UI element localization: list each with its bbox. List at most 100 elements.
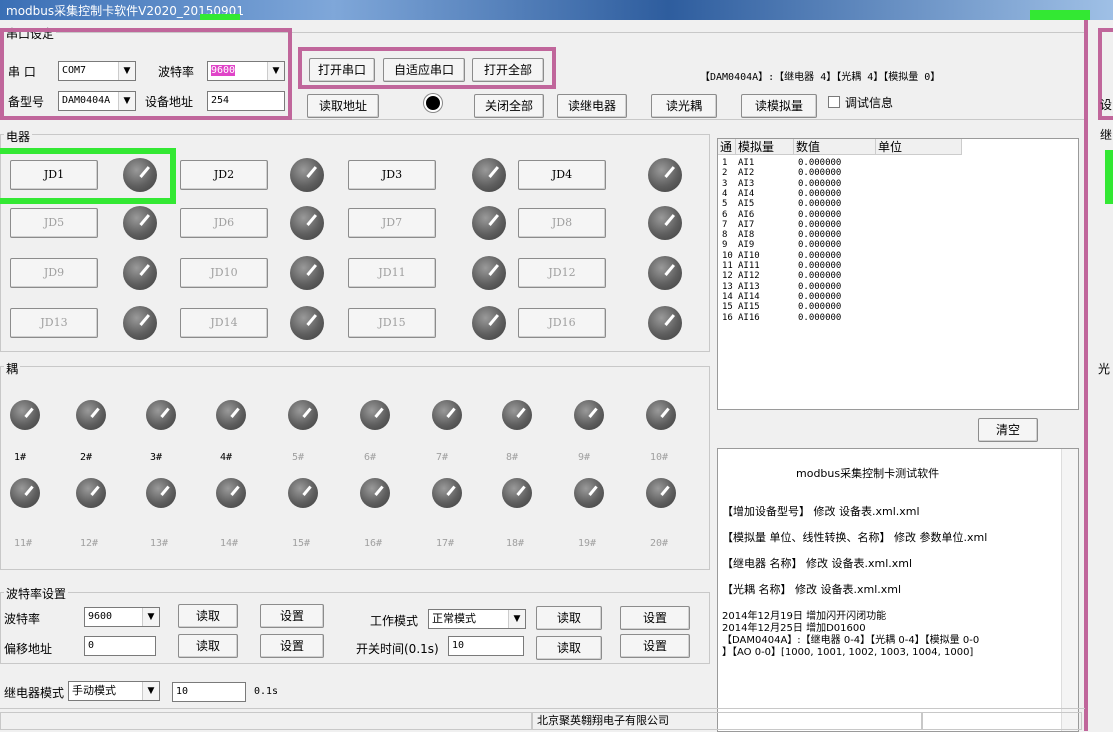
table-row[interactable]: 10 AI10 0.000000	[718, 251, 1078, 261]
table-row[interactable]: 6 AI6 0.000000	[718, 210, 1078, 220]
baud-read-button[interactable]: 读取	[178, 604, 238, 628]
opto-state-icon	[76, 400, 106, 430]
offset-read-button[interactable]: 读取	[178, 634, 238, 658]
opto-state-icon	[146, 478, 176, 508]
table-row[interactable]: 13 AI13 0.000000	[718, 282, 1078, 292]
debug-label: 调试信息	[845, 96, 894, 110]
opto-state-icon	[432, 400, 462, 430]
table-cell: 0.000000	[798, 302, 842, 313]
mode-read-button[interactable]: 读取	[536, 606, 602, 630]
table-row[interactable]: 3 AI3 0.000000	[718, 179, 1078, 189]
relay-button-9[interactable]: JD9	[10, 258, 98, 288]
table-row[interactable]: 8 AI8 0.000000	[718, 230, 1078, 240]
highlight-mark	[170, 148, 176, 204]
table-cell: AI5	[738, 199, 755, 210]
close-all-button[interactable]: 关闭全部	[474, 94, 544, 118]
port-select[interactable]: COM7 ▼	[58, 61, 136, 81]
table-row[interactable]: 15 AI15 0.000000	[718, 302, 1078, 312]
table-row[interactable]: 1 AI1 0.000000	[718, 158, 1078, 168]
relay-button-5[interactable]: JD5	[10, 208, 98, 238]
relay-button-16[interactable]: JD16	[518, 308, 606, 338]
opto-label: 11#	[14, 538, 33, 549]
table-cell: AI2	[738, 168, 755, 179]
table-row[interactable]: 9 AI9 0.000000	[718, 240, 1078, 250]
relay-button-11[interactable]: JD11	[348, 258, 436, 288]
opto-state-icon	[432, 478, 462, 508]
relay-button-15[interactable]: JD15	[348, 308, 436, 338]
table-cell: AI15	[738, 302, 760, 313]
opto-state-icon	[76, 478, 106, 508]
baud-set-button[interactable]: 设置	[260, 604, 324, 628]
addr-input[interactable]: 254	[207, 91, 285, 111]
table-row[interactable]: 12 AI12 0.000000	[718, 271, 1078, 281]
table-row[interactable]: 11 AI11 0.000000	[718, 261, 1078, 271]
table-cell: 0.000000	[798, 250, 842, 261]
baud-setting-label: 波特率	[4, 612, 41, 626]
time-read-button[interactable]: 读取	[536, 636, 602, 660]
opto-label: 15#	[292, 538, 311, 549]
table-row[interactable]: 16 AI16 0.000000	[718, 313, 1078, 323]
baud-select[interactable]: 9600 ▼	[207, 61, 285, 81]
model-select[interactable]: DAM0404A ▼	[58, 91, 136, 111]
table-cell: 0.000000	[798, 240, 842, 251]
relay-state-icon	[290, 158, 324, 192]
col-header[interactable]: 通	[718, 139, 736, 155]
log-line: 【模拟量 单位、线性转换、名称】 修改 参数单位.xml	[722, 531, 988, 544]
relay-button-4[interactable]: JD4	[518, 160, 606, 190]
offset-input[interactable]: 0	[84, 636, 156, 656]
opto-state-icon	[502, 400, 532, 430]
baud-setting-select[interactable]: 9600 ▼	[84, 607, 160, 627]
relay-button-2[interactable]: JD2	[180, 160, 268, 190]
relay-button-12[interactable]: JD12	[518, 258, 606, 288]
debug-checkbox[interactable]	[828, 96, 840, 108]
chevron-down-icon: ▼	[142, 608, 159, 626]
mode-set-button[interactable]: 设置	[620, 606, 690, 630]
relay-mode-select[interactable]: 手动模式 ▼	[68, 681, 160, 701]
table-cell: AI10	[738, 250, 760, 261]
read-relay-button[interactable]: 读继电器	[557, 94, 627, 118]
relay-button-13[interactable]: JD13	[10, 308, 98, 338]
auto-port-button[interactable]: 自适应串口	[383, 58, 465, 82]
col-header[interactable]: 数值	[794, 139, 876, 155]
time-set-button[interactable]: 设置	[620, 634, 690, 658]
open-all-button[interactable]: 打开全部	[472, 58, 544, 82]
read-opto-button[interactable]: 读光耦	[651, 94, 717, 118]
scrollbar[interactable]	[1061, 449, 1078, 731]
mode-label: 工作模式	[370, 614, 419, 628]
time-input[interactable]: 10	[448, 636, 524, 656]
settings-group-label: 波特率设置	[4, 585, 69, 602]
col-header[interactable]: 单位	[876, 139, 962, 155]
opto-state-icon	[146, 400, 176, 430]
table-row[interactable]: 7 AI7 0.000000	[718, 220, 1078, 230]
relay-button-8[interactable]: JD8	[518, 208, 606, 238]
clear-button[interactable]: 清空	[978, 418, 1038, 442]
table-row[interactable]: 14 AI14 0.000000	[718, 292, 1078, 302]
relay-mode-time-input[interactable]: 10	[172, 682, 246, 702]
relay-button-3[interactable]: JD3	[348, 160, 436, 190]
opto-state-icon	[288, 400, 318, 430]
open-port-button[interactable]: 打开串口	[309, 58, 375, 82]
relay-button-1[interactable]: JD1	[10, 160, 98, 190]
read-analog-button[interactable]: 读模拟量	[741, 94, 817, 118]
opto-label: 6#	[364, 452, 377, 463]
table-row[interactable]: 4 AI4 0.000000	[718, 189, 1078, 199]
relay-button-10[interactable]: JD10	[180, 258, 268, 288]
status-cell	[922, 712, 1082, 730]
col-header[interactable]: 模拟量	[736, 139, 794, 155]
time-label: 开关时间(0.1s)	[356, 642, 439, 656]
relay-button-7[interactable]: JD7	[348, 208, 436, 238]
read-address-button[interactable]: 读取地址	[307, 94, 379, 118]
table-row[interactable]: 2 AI2 0.000000	[718, 168, 1078, 178]
relay-state-icon	[123, 206, 157, 240]
opto-state-icon	[360, 400, 390, 430]
mode-select[interactable]: 正常模式 ▼	[428, 609, 526, 629]
table-cell: 7	[722, 219, 728, 230]
table-row[interactable]: 5 AI5 0.000000	[718, 199, 1078, 209]
offset-set-button[interactable]: 设置	[260, 634, 324, 658]
table-cell: 0.000000	[798, 219, 842, 230]
log-textbox[interactable]: modbus采集控制卡测试软件 【增加设备型号】 修改 设备表.xml.xml …	[717, 448, 1079, 732]
relay-button-6[interactable]: JD6	[180, 208, 268, 238]
chevron-down-icon: ▼	[142, 682, 159, 700]
relay-button-14[interactable]: JD14	[180, 308, 268, 338]
table-cell: 0.000000	[798, 281, 842, 292]
